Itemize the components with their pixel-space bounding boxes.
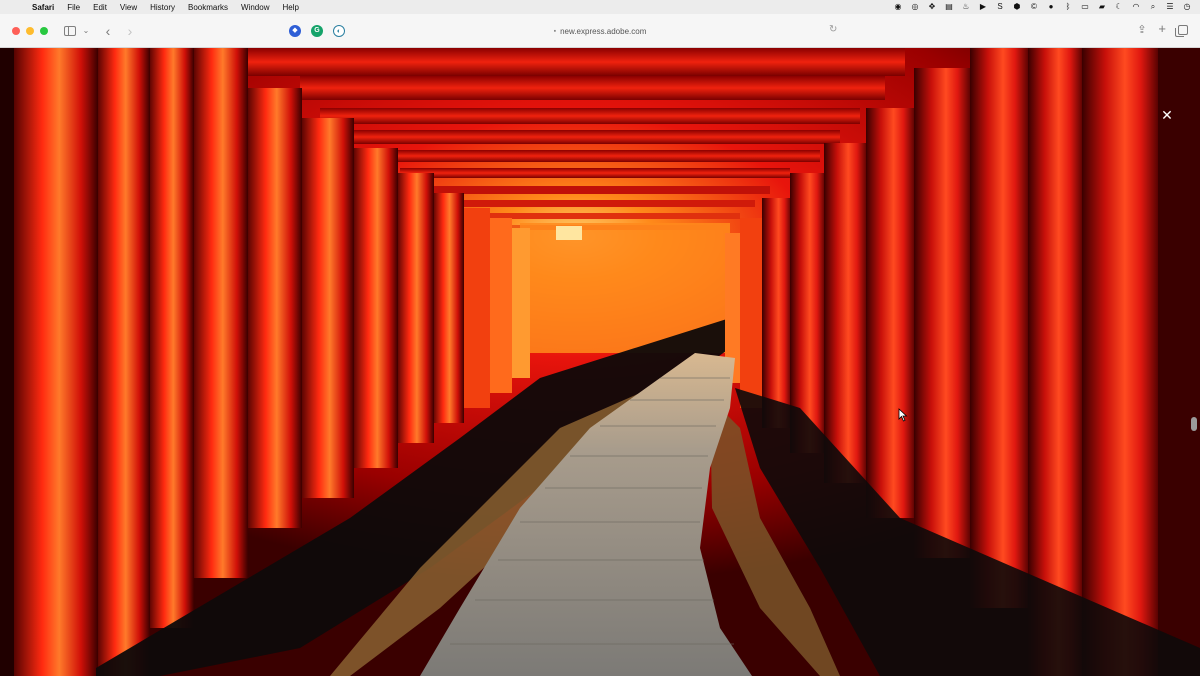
status-play-icon[interactable]: ▶ (978, 2, 988, 12)
plus-icon[interactable]: + (1158, 22, 1166, 36)
status-moon-icon[interactable]: ☾ (1114, 2, 1124, 12)
shield-extension-icon[interactable]: ◆ (289, 25, 301, 37)
image-preview: ✕ (0, 48, 1200, 676)
status-c-icon[interactable]: © (1029, 2, 1039, 12)
scrollbar-thumb[interactable] (1191, 417, 1197, 431)
address-url: new.express.adobe.com (560, 26, 647, 36)
menu-history[interactable]: History (150, 3, 175, 12)
status-bluetooth-icon[interactable]: ᛒ (1063, 2, 1073, 12)
menu-view[interactable]: View (120, 3, 137, 12)
accessibility-extension-icon[interactable]: ◐ (333, 25, 345, 37)
menu-status-area: ◉ ◎ ✥ ▤ ♨ ▶ S ⬢ © ● ᛒ ▭ ▰ ☾ ◠ ⌕ ☰ ◷ (893, 2, 1192, 12)
status-wifi-icon[interactable]: ◠ (1131, 2, 1141, 12)
status-search-icon[interactable]: ⌕ (1148, 2, 1158, 12)
tab-overview-icon[interactable] (1175, 25, 1188, 37)
toolbar-right-actions: ⇪ + (1137, 22, 1188, 37)
status-record-icon[interactable]: ◎ (910, 2, 920, 12)
status-keyboard-icon[interactable]: ▭ (1080, 2, 1090, 12)
mouse-cursor-icon (898, 408, 908, 422)
status-chrome-icon[interactable]: ◉ (893, 2, 903, 12)
close-icon[interactable]: ✕ (1160, 108, 1174, 122)
status-control-center-icon[interactable]: ☰ (1165, 2, 1175, 12)
menu-edit[interactable]: Edit (93, 3, 107, 12)
status-clock-icon[interactable]: ◷ (1182, 2, 1192, 12)
share-icon[interactable]: ⇪ (1137, 23, 1146, 36)
status-notes-icon[interactable]: ▤ (944, 2, 954, 12)
chevron-left-icon[interactable]: ‹ (100, 23, 116, 39)
status-chat-icon[interactable]: ● (1046, 2, 1056, 12)
status-extension-icon[interactable]: ✥ (927, 2, 937, 12)
menu-bookmarks[interactable]: Bookmarks (188, 3, 228, 12)
status-battery-icon[interactable]: ▰ (1097, 2, 1107, 12)
reload-icon[interactable]: ↻ (829, 24, 837, 35)
status-flame-icon[interactable]: ♨ (961, 2, 971, 12)
sidebar-toggle-icon[interactable] (64, 25, 76, 36)
zoom-window-button[interactable] (40, 26, 48, 35)
lock-icon: ▪ (553, 27, 557, 35)
menu-file[interactable]: File (67, 3, 80, 12)
status-vpn-icon[interactable]: ⬢ (1012, 2, 1022, 12)
menu-bar: Safari File Edit View History Bookmarks … (0, 0, 1200, 14)
torii-tunnel-photo (0, 48, 1200, 676)
window-controls (12, 26, 48, 35)
minimize-window-button[interactable] (26, 26, 34, 35)
grammarly-extension-icon[interactable]: G (311, 25, 323, 37)
menu-app-name[interactable]: Safari (32, 3, 54, 12)
extension-bar: ◆ G ◐ (289, 25, 345, 37)
chevron-right-icon[interactable]: › (122, 23, 138, 39)
close-window-button[interactable] (12, 26, 20, 35)
menu-help[interactable]: Help (282, 3, 298, 12)
status-s-icon[interactable]: S (995, 2, 1005, 12)
chevron-down-icon[interactable]: ⌄ (78, 26, 94, 35)
menu-window[interactable]: Window (241, 3, 269, 12)
browser-toolbar: ⌄ ‹ › ◆ G ◐ ▪ new.express.adobe.com ↻ ⇪ … (0, 14, 1200, 48)
address-bar[interactable]: ▪ new.express.adobe.com (540, 24, 660, 38)
